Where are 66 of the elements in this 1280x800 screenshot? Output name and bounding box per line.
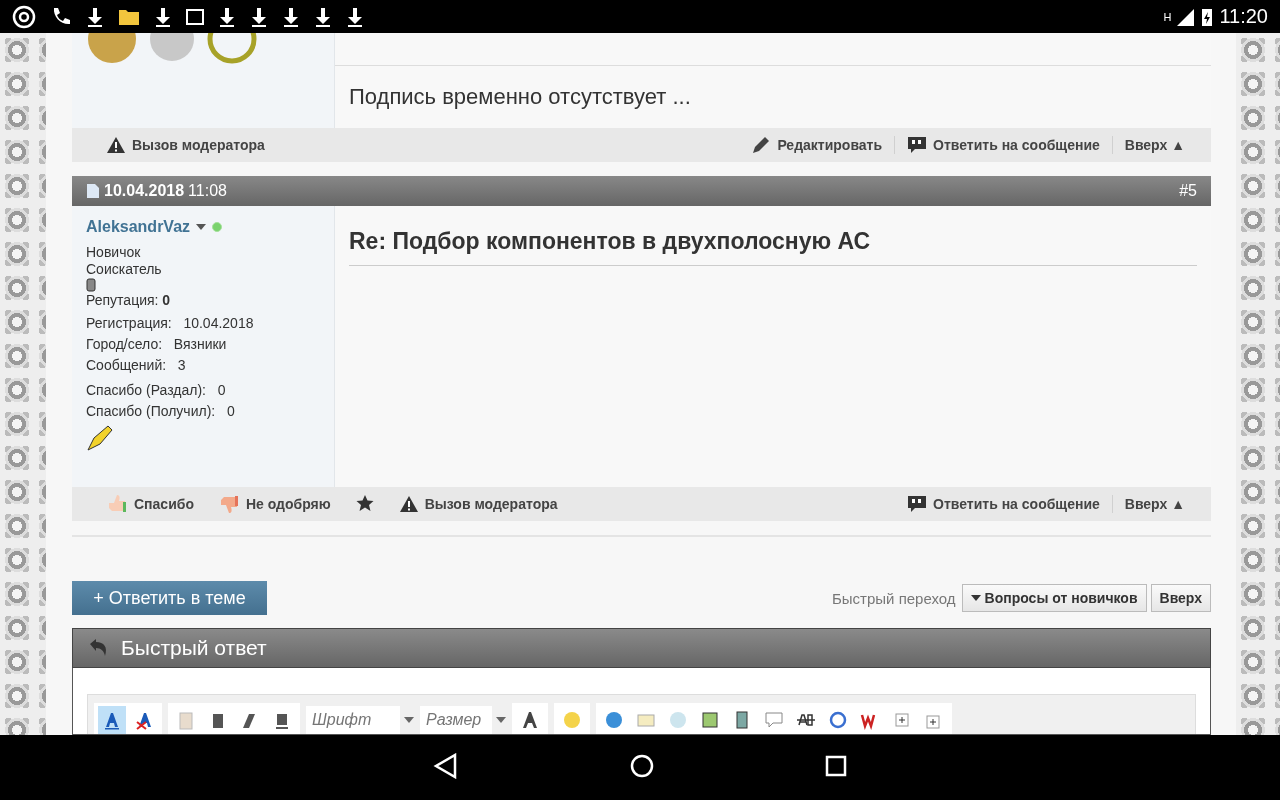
clock-time: 11:20	[1219, 5, 1268, 28]
triangle-icon	[433, 753, 459, 779]
undo-arrow-icon	[87, 638, 109, 658]
reply-link[interactable]: Ответить на сообщение	[895, 135, 1112, 155]
battery-icon	[1201, 6, 1214, 27]
download-icon	[282, 5, 300, 28]
document-icon	[86, 183, 100, 199]
pencil-icon	[751, 135, 772, 155]
speech-bubble-icon	[764, 710, 784, 730]
quote-bubble-icon	[907, 494, 928, 514]
thanks-link[interactable]: Спасибо	[94, 493, 206, 515]
caret-icon	[496, 717, 506, 723]
clear-format-icon	[134, 710, 154, 730]
post-title: Re: Подбор компонентов в двухполосную АС	[349, 228, 1197, 266]
size-field[interactable]: Размер	[420, 706, 492, 734]
square-icon	[825, 755, 847, 777]
reply-link[interactable]: Ответить на сообщение	[895, 494, 1112, 514]
caret-icon	[404, 717, 414, 723]
image-icon	[186, 7, 204, 26]
download-icon	[346, 5, 364, 28]
user-title: Соискатель	[86, 261, 163, 278]
download-icon	[218, 5, 236, 28]
go-button[interactable]: Вверх	[1150, 584, 1211, 612]
download-icon	[250, 5, 268, 28]
reputation-bar-icon	[86, 278, 96, 292]
download-icon	[86, 5, 104, 28]
thanks-info-text: Спасибо (Получил): 0	[86, 403, 236, 420]
post-time: 11:08	[188, 182, 227, 200]
network-type: H	[1163, 10, 1172, 23]
user-info-text: Сообщений: 3	[86, 357, 187, 374]
caret-icon	[196, 224, 207, 230]
circle-icon	[629, 753, 655, 779]
signal-icon	[1177, 7, 1196, 26]
post-date: 10.04.2018	[104, 182, 185, 200]
quote-bubble-icon	[907, 135, 928, 155]
back-to-top-link[interactable]: Вверх ▲	[1112, 137, 1197, 153]
reply-in-thread-button[interactable]: + Ответить в теме	[72, 581, 267, 615]
user-info-text: Город/село: Вязники	[86, 336, 228, 353]
quick-nav-label: Быстрый переход	[831, 589, 956, 607]
thumbs-up-icon	[106, 493, 128, 515]
dislike-link[interactable]: Не одобряю	[205, 493, 343, 515]
font-size-icon	[102, 710, 122, 730]
plus-box-icon	[892, 710, 912, 730]
picture-icon	[700, 710, 720, 730]
text-color-icon	[520, 710, 540, 730]
user-rank: Новичок	[86, 244, 142, 261]
download-icon	[314, 5, 332, 28]
forum-select[interactable]: Вопросы от новичков	[961, 584, 1147, 612]
caret-icon	[970, 595, 981, 601]
report-link[interactable]: Вызов модератора	[386, 495, 570, 513]
warning-icon	[398, 495, 419, 513]
user-info-text: Регистрация: 10.04.2018	[86, 315, 255, 332]
thanks-info-text: Спасибо (Раздал): 0	[86, 382, 227, 399]
reputation-text: Репутация: 0	[86, 292, 172, 309]
report-link[interactable]: Вызов модератора	[94, 136, 277, 154]
back-button[interactable]	[433, 753, 459, 782]
download-icon	[154, 5, 172, 28]
username-link[interactable]: AleksandrVaz	[86, 218, 191, 236]
font-size-button[interactable]	[98, 706, 126, 734]
post-number-link[interactable]: #5	[1179, 182, 1197, 200]
edit-link[interactable]: Редактировать	[739, 135, 895, 155]
warning-icon	[106, 136, 126, 154]
pen-nib-icon	[86, 424, 114, 452]
quick-reply-title: Быстрый ответ	[121, 636, 267, 660]
font-field[interactable]: Шрифт	[306, 706, 400, 734]
back-to-top-link[interactable]: Вверх ▲	[1112, 496, 1197, 512]
